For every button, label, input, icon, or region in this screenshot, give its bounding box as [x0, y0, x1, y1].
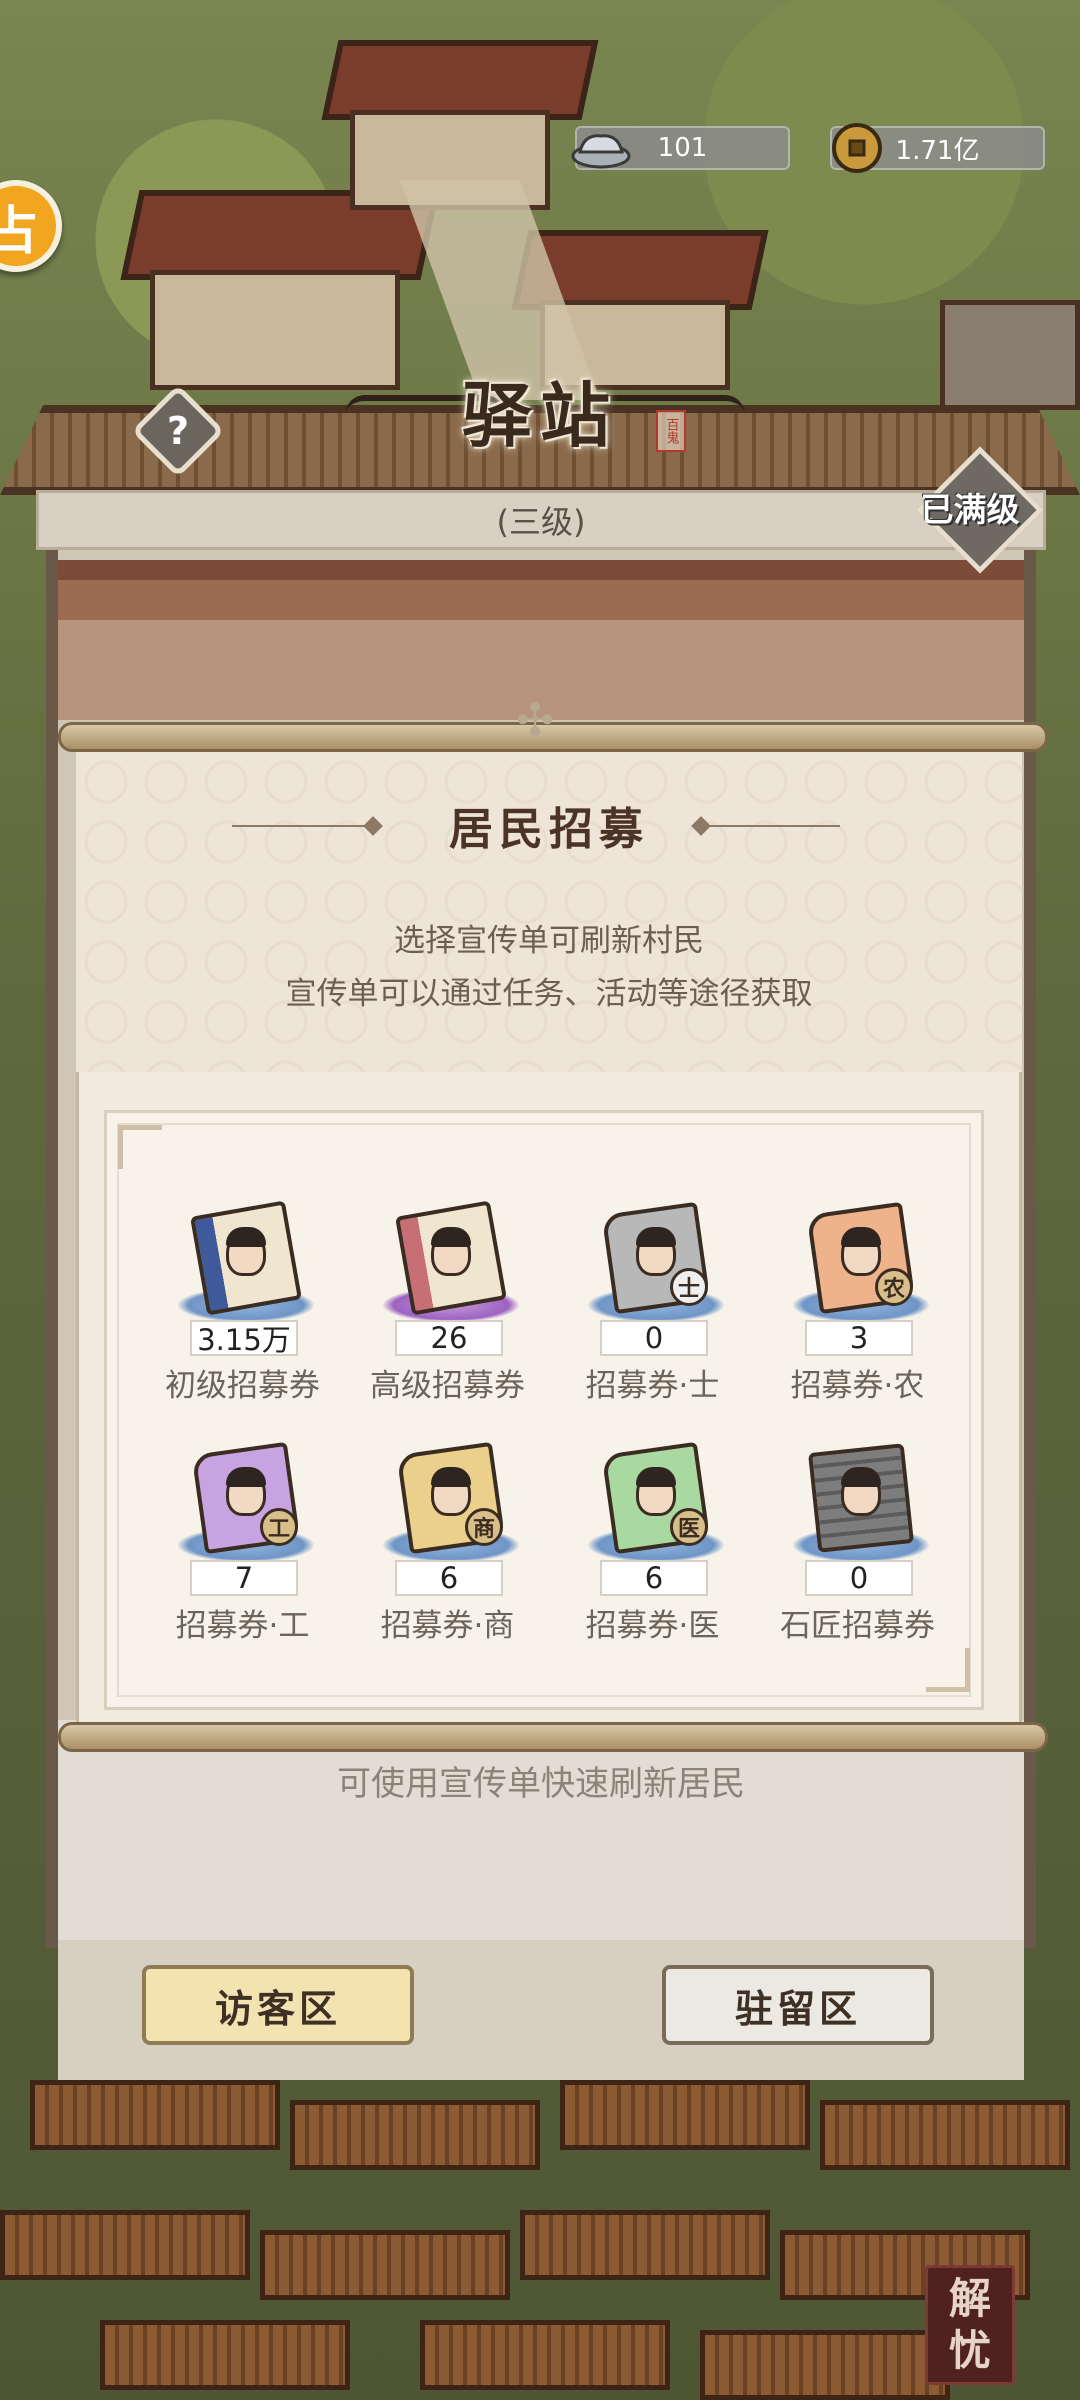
visitor-zone-button[interactable]: 访客区: [142, 1965, 414, 2045]
ticket-item-scholar[interactable]: 士 0 招募券·士: [550, 1190, 755, 1430]
house-roof: [290, 2100, 540, 2170]
class-badge-icon: 农: [875, 1268, 913, 1306]
villager-portrait-icon: [226, 1227, 266, 1276]
villager-portrait-icon: [636, 1467, 676, 1516]
house-roof: [321, 40, 599, 120]
item-count: 6: [600, 1560, 708, 1596]
refresh-hint: 可使用宣传单快速刷新居民: [337, 1763, 745, 1804]
item-name: 招募券·农: [790, 1368, 925, 1404]
class-badge-icon: 商: [465, 1508, 503, 1546]
ticket-item-doctor[interactable]: 医 6 招募券·医: [550, 1430, 755, 1640]
house-roof: [100, 2320, 350, 2390]
coin-value: 1.71亿: [895, 135, 980, 166]
item-name: 招募券·医: [585, 1608, 720, 1640]
building-title-plaque: 驿站: [330, 355, 750, 465]
frame-corner-ornament: [118, 1125, 162, 1169]
villager-portrait-icon: [636, 1227, 676, 1276]
ticket-grid[interactable]: 3.15万 初级招募券 26 高级招募券 士 0 招募券·士 农 3 招募券·农…: [140, 1190, 960, 1640]
villager-portrait-icon: [431, 1227, 471, 1276]
ticket-item-senior[interactable]: 26 高级招募券: [345, 1190, 550, 1430]
item-count: 0: [600, 1320, 708, 1356]
seal-char-1: 解: [948, 2274, 991, 2323]
item-count: 7: [190, 1560, 298, 1596]
title-seal: 百鬼: [656, 410, 686, 452]
item-name: 石匠招募券: [780, 1608, 935, 1640]
ticket-item-worker[interactable]: 工 7 招募券·工: [140, 1430, 345, 1640]
seal-char-2: 忧: [948, 2326, 991, 2375]
copper-coin-icon: [826, 118, 888, 178]
house-roof: [820, 2100, 1070, 2170]
worry-relief-button[interactable]: 解 忧: [925, 2265, 1015, 2385]
level-label: (三级): [496, 503, 586, 541]
item-name: 高级招募券: [370, 1368, 525, 1404]
class-badge-icon: 工: [260, 1508, 298, 1546]
silver-ingot-icon: [570, 118, 632, 178]
scroll-rod-bottom: [58, 1722, 1048, 1752]
item-count: 3: [805, 1320, 913, 1356]
ticket-item-merchant[interactable]: 商 6 招募券·商: [345, 1430, 550, 1640]
max-level-label: 已满级: [920, 490, 1020, 529]
house-roof: [560, 2080, 810, 2150]
stay-zone-button[interactable]: 驻留区: [662, 1965, 934, 2045]
house-roof: [420, 2320, 670, 2390]
help-icon: ?: [166, 409, 190, 453]
villager-portrait-icon: [226, 1467, 266, 1516]
item-count: 0: [805, 1560, 913, 1596]
villager-portrait-icon: [841, 1227, 881, 1276]
villager-portrait-icon: [431, 1467, 471, 1516]
house-roof: [30, 2080, 280, 2150]
house-roof: [520, 2210, 770, 2280]
building-title: 驿站: [462, 373, 618, 457]
ribbon-knot-icon: ✣: [515, 693, 555, 747]
frame-corner-ornament: [926, 1648, 970, 1692]
building-level: (三级): [46, 495, 1036, 545]
item-count: 26: [395, 1320, 503, 1356]
house-roof: [260, 2230, 510, 2300]
villager-portrait-icon: [841, 1467, 881, 1516]
item-name: 招募券·士: [585, 1368, 720, 1404]
class-badge-icon: 士: [670, 1268, 708, 1306]
silver-value: 101: [657, 133, 708, 163]
recruit-description-line2: 宣传单可以通过任务、活动等途径获取: [285, 976, 813, 1012]
recruit-description-line1: 选择宣传单可刷新村民: [394, 923, 704, 959]
ticket-item-junior[interactable]: 3.15万 初级招募券: [140, 1190, 345, 1430]
house-wall: [940, 300, 1080, 410]
item-name: 招募券·商: [380, 1608, 515, 1640]
house-roof: [700, 2330, 950, 2400]
item-count: 6: [395, 1560, 503, 1596]
ticket-item-farmer[interactable]: 农 3 招募券·农: [755, 1190, 960, 1430]
class-badge-icon: 医: [670, 1508, 708, 1546]
ticket-item-stonemason[interactable]: 0 石匠招募券: [755, 1430, 960, 1640]
item-name: 初级招募券: [165, 1368, 320, 1404]
recruit-title: 居民招募: [449, 804, 649, 855]
item-name: 招募券·工: [175, 1608, 310, 1640]
side-menu-glyph: 占: [0, 201, 38, 262]
item-count: 3.15万: [190, 1320, 298, 1357]
house-roof: [0, 2210, 250, 2280]
